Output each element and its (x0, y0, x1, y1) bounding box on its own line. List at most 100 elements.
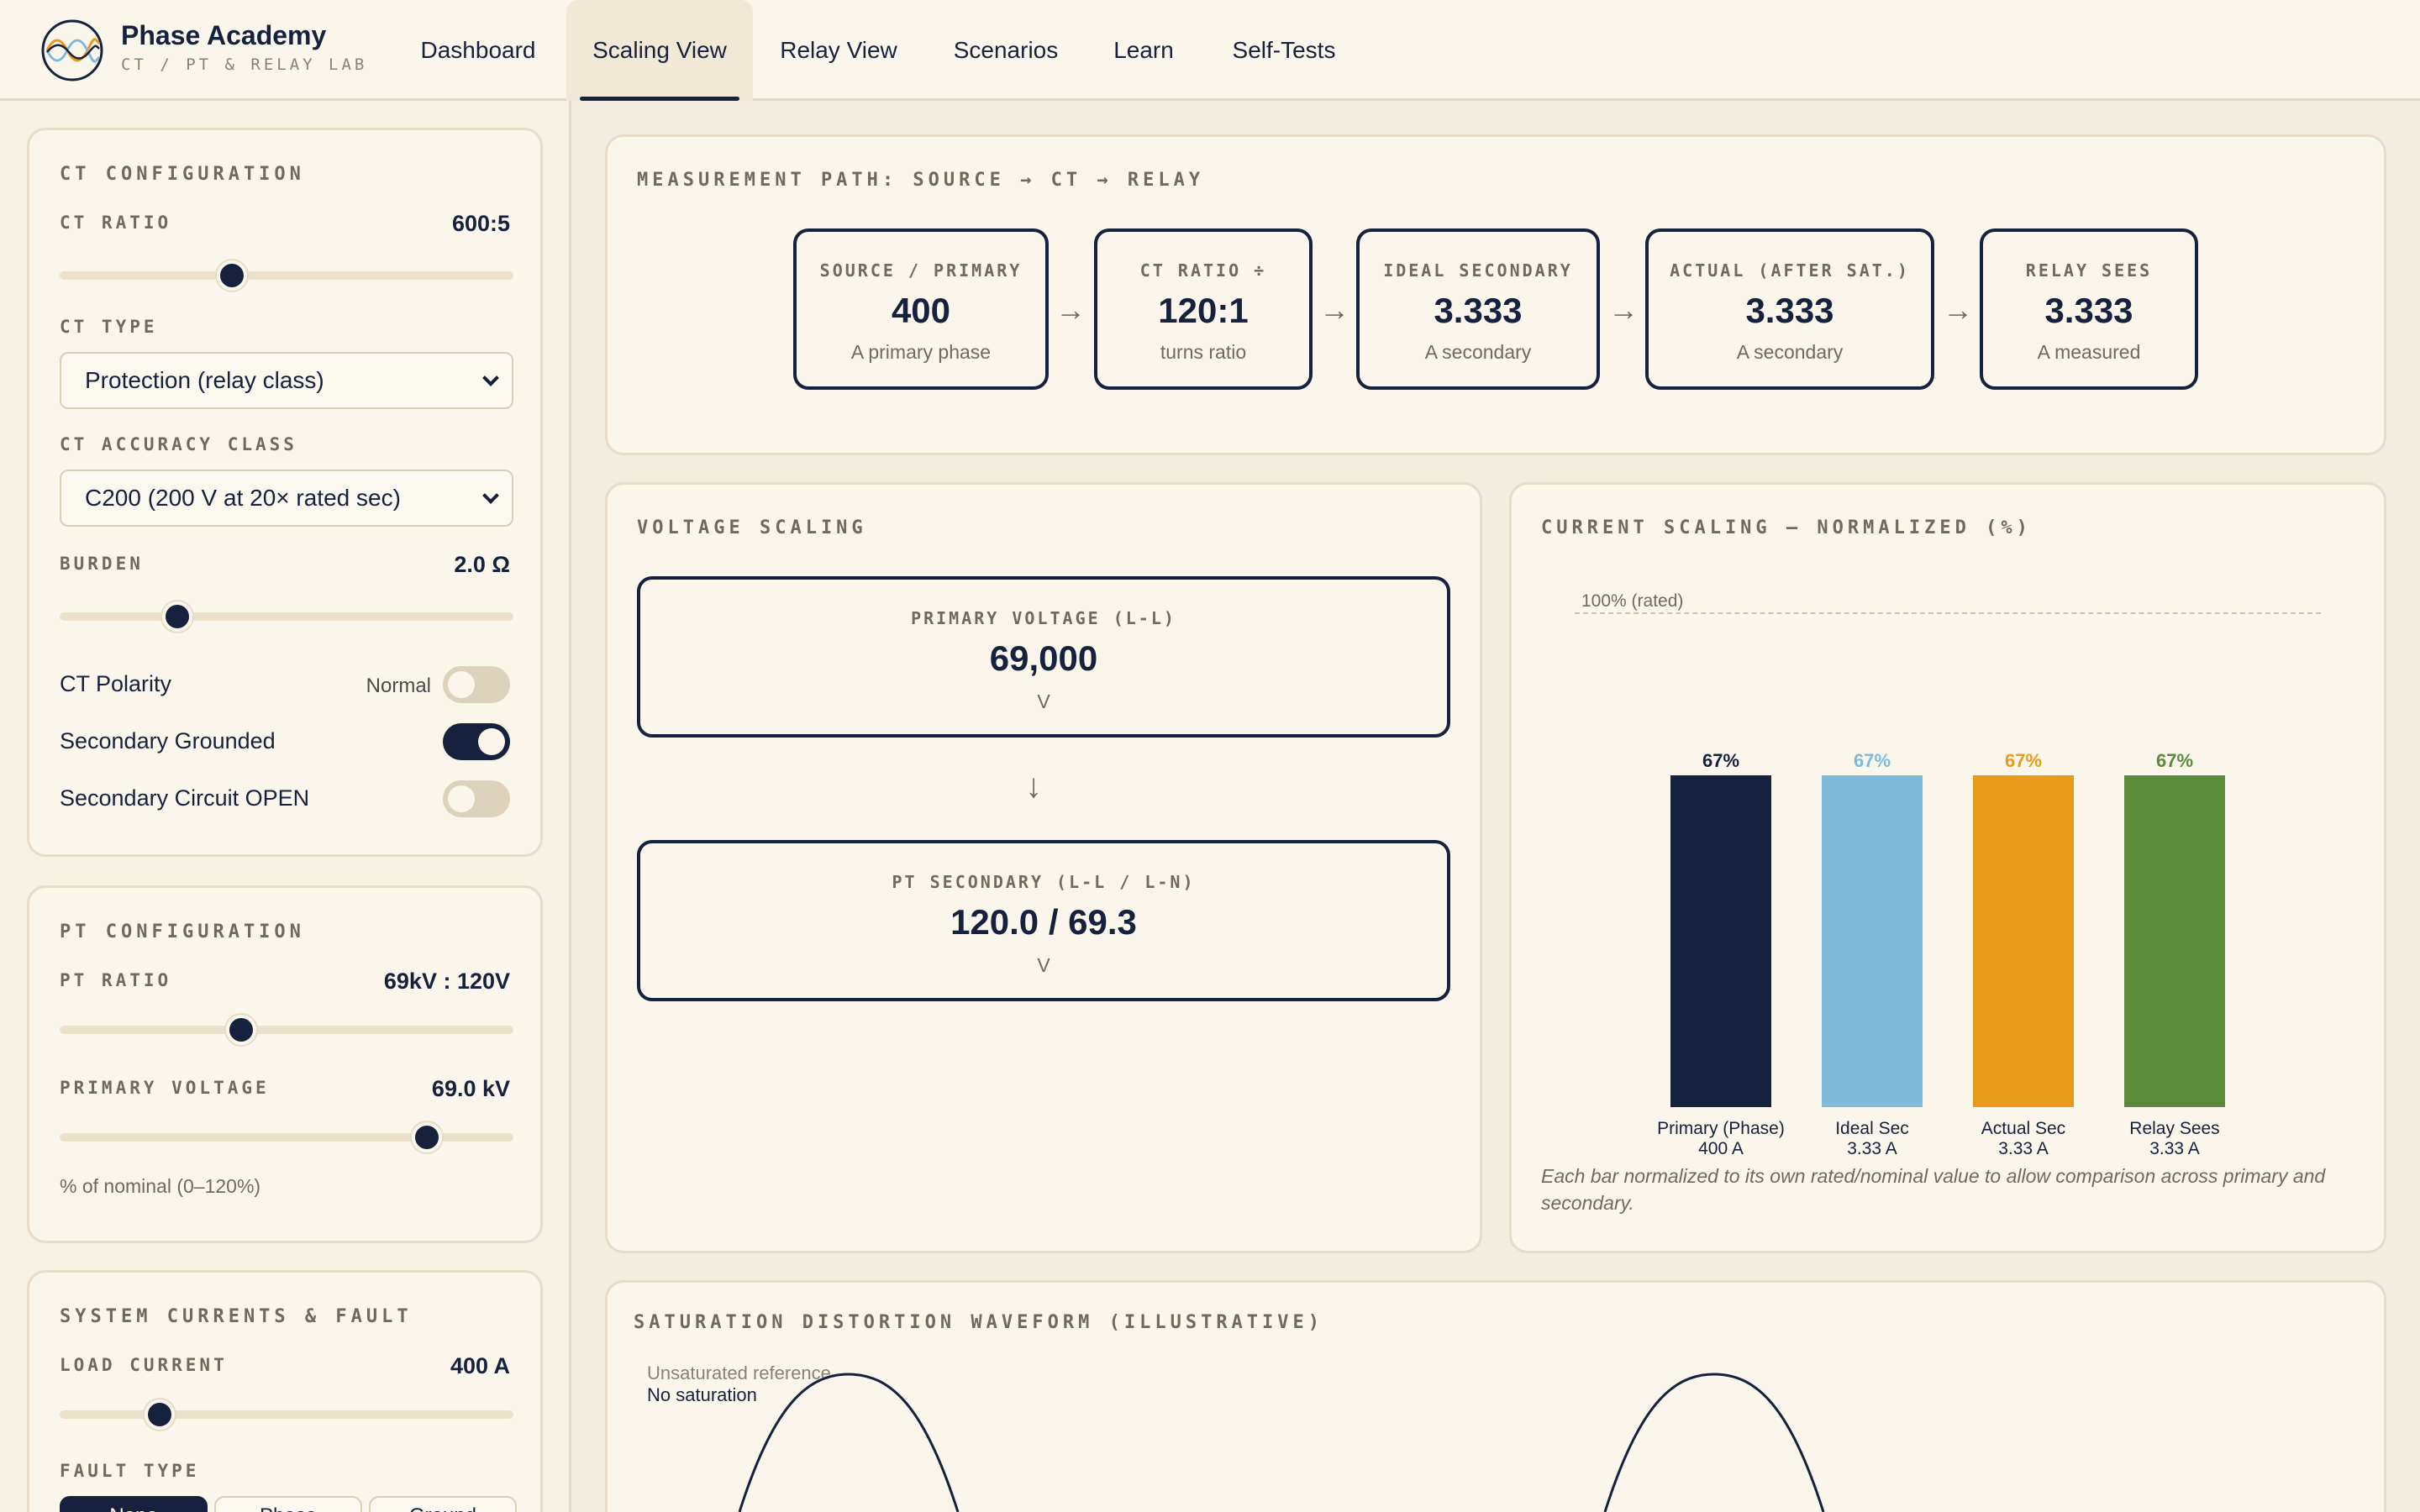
secondary-grounded-toggle[interactable] (443, 723, 510, 760)
down-arrow-icon: ↓ (1025, 768, 1042, 805)
bar-amp-label: 3.33 A (1847, 1139, 1897, 1158)
app-header: Phase Academy CT / PT & RELAY LAB Dashbo… (0, 0, 2420, 101)
fault-type-label: FAULT TYPE (60, 1461, 200, 1481)
relay-sees-box: RELAY SEES 3.333 A measured (1980, 228, 2198, 390)
chevron-down-icon (482, 487, 499, 504)
pt-ratio-slider-thumb[interactable] (226, 1015, 256, 1045)
ct-ratio-label: CT RATIO (60, 213, 172, 233)
bar-value-label: 67% (2155, 750, 2194, 772)
flow-box-unit: A primary phase (850, 341, 992, 363)
bar-amp-label: 400 A (1698, 1139, 1744, 1158)
waveform-curve (1603, 1373, 1825, 1512)
primary-voltage-hint: % of nominal (0–120%) (60, 1175, 261, 1197)
ct-polarity-label: CT Polarity (60, 671, 172, 696)
load-current-label: LOAD CURRENT (60, 1355, 228, 1375)
fault-none-button[interactable]: None (60, 1496, 208, 1512)
tab-label: Relay View (780, 37, 897, 63)
tab-label: Scaling View (592, 37, 727, 63)
tab-scenarios[interactable]: Scenarios (924, 0, 1087, 101)
tab-dashboard[interactable]: Dashboard (398, 0, 558, 101)
waveform-plot (738, 1373, 1825, 1512)
tab-label: Dashboard (420, 37, 536, 63)
flow-box-label: SOURCE / PRIMARY (819, 260, 1023, 281)
load-current-slider-thumb[interactable] (144, 1399, 175, 1430)
flow-box-value: 3.333 (2044, 291, 2133, 330)
ct-type-label: CT TYPE (60, 317, 158, 337)
ct-configuration-title: CT CONFIGURATION (60, 164, 305, 185)
flow-arrow-icon: → (1943, 292, 1973, 327)
flow-box-label: CT RATIO ÷ (1139, 260, 1267, 281)
current-scaling-note: Each bar normalized to its own rated/nom… (1541, 1165, 2326, 1214)
bar-value-label: 67% (1853, 750, 1891, 772)
ct-polarity-state: Normal (366, 675, 431, 697)
bar-relay-sees (2124, 775, 2225, 1107)
primary-voltage-box-label: PRIMARY VOLTAGE (L-L) (911, 608, 1176, 628)
sidebar: CT CONFIGURATION CT RATIO 600:5 CT TYPE … (0, 101, 571, 1512)
flow-box-value: 120:1 (1158, 291, 1249, 330)
app-subtitle: CT / PT & RELAY LAB (121, 55, 368, 74)
source-primary-box: SOURCE / PRIMARY 400 A primary phase (793, 228, 1049, 390)
bar-category-label: Primary (Phase) (1657, 1119, 1785, 1138)
ct-accuracy-selected: C200 (200 V at 20× rated sec) (85, 485, 401, 511)
bar-category-label: Ideal Sec (1835, 1119, 1909, 1138)
ct-type-selected: Protection (relay class) (85, 367, 324, 393)
flow-arrow-icon: → (1608, 292, 1639, 327)
burden-slider[interactable] (60, 601, 513, 632)
pt-ratio-value: 69kV : 120V (383, 969, 510, 994)
ideal-secondary-box: IDEAL SECONDARY 3.333 A secondary (1356, 228, 1600, 390)
secondary-open-toggle[interactable] (443, 780, 510, 817)
pt-secondary-box: PT SECONDARY (L-L / L-N) 120.0 / 69.3 V (637, 840, 1450, 1001)
load-current-slider[interactable] (60, 1399, 513, 1430)
pt-ratio-label: PT RATIO (60, 970, 172, 990)
primary-voltage-box: PRIMARY VOLTAGE (L-L) 69,000 V (637, 576, 1450, 738)
flow-box-label: RELAY SEES (2025, 260, 2153, 281)
tab-self-tests[interactable]: Self-Tests (1200, 0, 1368, 101)
pt-configuration-title: PT CONFIGURATION (60, 921, 305, 942)
flow-box-value: 3.333 (1745, 291, 1834, 330)
burden-value: 2.0 Ω (454, 552, 510, 577)
flow-box-unit: turns ratio (1160, 341, 1247, 363)
flow-arrow-icon: → (1055, 292, 1086, 327)
primary-voltage-slider[interactable] (60, 1122, 513, 1152)
tab-learn[interactable]: Learn (1096, 0, 1192, 101)
bar-actual-sec (1973, 775, 2074, 1107)
toggle-knob (448, 785, 475, 812)
flow-box-value: 400 (891, 291, 951, 330)
tab-relay-view[interactable]: Relay View (761, 0, 916, 101)
burden-slider-thumb[interactable] (162, 601, 193, 632)
ct-ratio-value: 600:5 (451, 211, 510, 236)
load-current-value: 400 A (450, 1353, 510, 1378)
flow-box-unit: A measured (2037, 341, 2141, 363)
ct-accuracy-label: CT ACCURACY CLASS (60, 434, 297, 454)
primary-voltage-box-unit: V (1037, 690, 1050, 712)
ct-ratio-slider-thumb[interactable] (217, 260, 248, 291)
bar-value-label: 67% (1702, 750, 1740, 772)
flow-arrow-icon: → (1319, 292, 1349, 327)
secondary-open-label: Secondary Circuit OPEN (60, 785, 310, 811)
primary-voltage-box-value: 69,000 (989, 638, 1098, 678)
bar-ideal-sec (1822, 775, 1923, 1107)
tab-scaling-view[interactable]: Scaling View (566, 0, 753, 101)
flow-box-label: IDEAL SECONDARY (1383, 260, 1573, 281)
ct-ratio-slider[interactable] (60, 260, 513, 291)
ct-accuracy-select[interactable]: C200 (200 V at 20× rated sec) (60, 470, 513, 527)
tab-label: Scenarios (953, 37, 1059, 63)
bar-category-label: Relay Sees (2129, 1119, 2220, 1138)
reference-line-label: 100% (rated) (1581, 591, 1684, 611)
pt-secondary-box-unit: V (1037, 954, 1050, 976)
reference-line (1575, 612, 2321, 614)
ct-type-select[interactable]: Protection (relay class) (60, 352, 513, 409)
flow-box-value: 3.333 (1434, 291, 1523, 330)
ct-ratio-box: CT RATIO ÷ 120:1 turns ratio (1094, 228, 1313, 390)
bar-amp-label: 3.33 A (1998, 1139, 2049, 1158)
fault-ground-button[interactable]: Ground (369, 1496, 517, 1512)
active-tab-underline (580, 97, 739, 101)
primary-voltage-slider-thumb[interactable] (412, 1122, 443, 1152)
bar-value-label: 67% (2004, 750, 2043, 772)
tab-label: Self-Tests (1232, 37, 1336, 63)
burden-label: BURDEN (60, 554, 144, 574)
ct-polarity-toggle[interactable] (443, 666, 510, 703)
flow-box-unit: A secondary (1736, 341, 1844, 363)
fault-phase-button[interactable]: Phase (214, 1496, 362, 1512)
pt-ratio-slider[interactable] (60, 1015, 513, 1045)
